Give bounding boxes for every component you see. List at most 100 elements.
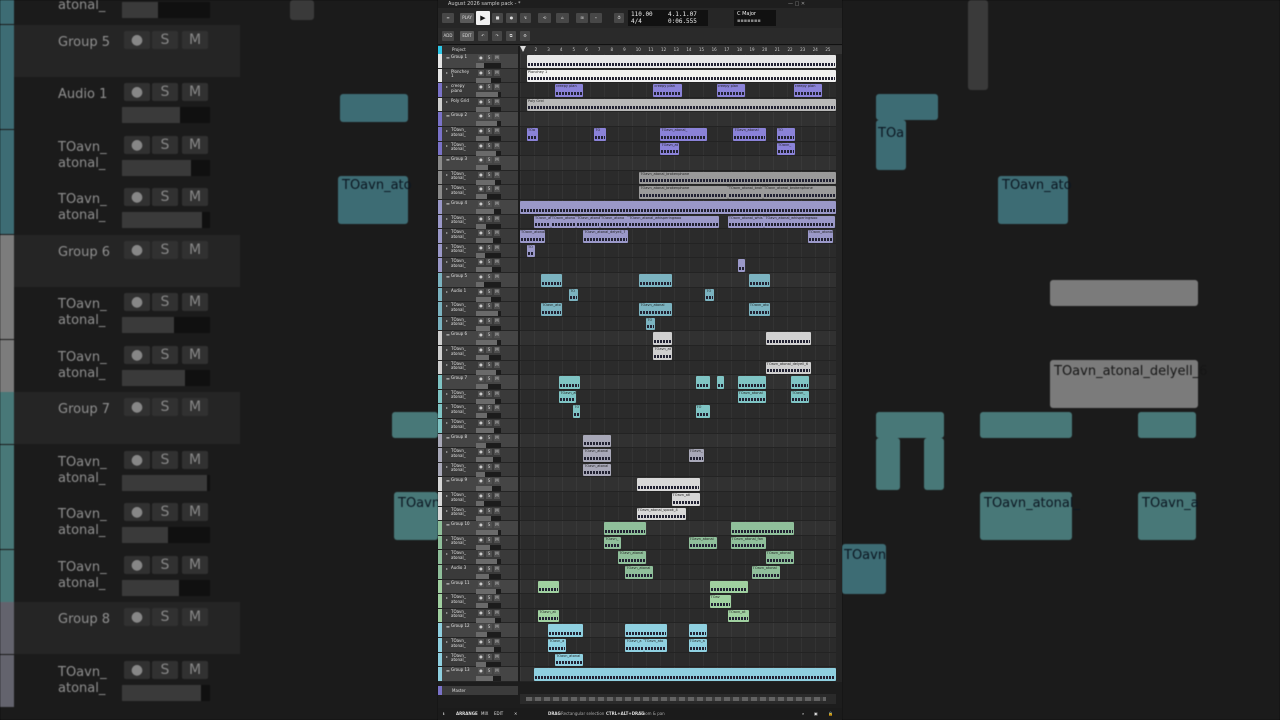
track-header[interactable]: ▸ TOavn_ atonal_ ● S M (438, 492, 518, 507)
audio-clip[interactable] (625, 624, 668, 637)
solo-button[interactable]: S (486, 332, 492, 339)
expand-icon[interactable]: ▸ (446, 405, 448, 410)
position-bars-display[interactable]: 4.1.1.07 (668, 11, 697, 18)
solo-button[interactable]: S (486, 69, 492, 76)
volume-slider[interactable] (476, 325, 501, 331)
volume-slider[interactable] (476, 340, 501, 346)
track-lane[interactable] (520, 638, 836, 653)
track-header[interactable]: ▸ creepy piano ● S M (438, 83, 518, 98)
track-lane[interactable] (520, 112, 836, 127)
folder-icon[interactable]: ▬ (446, 435, 450, 440)
audio-clip[interactable]: TOavn_ato (748, 303, 770, 316)
info-icon[interactable]: ℹ (443, 708, 445, 720)
folder-icon[interactable]: ▬ (446, 201, 450, 206)
track-header[interactable]: ▸ TOavn_ atonal_ ● S M (438, 346, 518, 361)
mute-button[interactable]: M (494, 536, 500, 543)
track-lane[interactable] (520, 258, 836, 273)
audio-clip[interactable] (748, 274, 770, 287)
volume-slider[interactable] (476, 282, 501, 287)
audio-clip[interactable]: TOavn_atonal_whis (727, 215, 765, 229)
group-track-header[interactable]: ▬ Group 12 ● S M (438, 623, 518, 638)
audio-clip[interactable]: TOavn_atonal_ (660, 128, 707, 141)
audio-clip[interactable] (709, 580, 748, 594)
track-lane[interactable] (520, 317, 836, 332)
solo-button[interactable]: S (486, 580, 492, 587)
audio-clip[interactable]: TOavn_atonal_whisperingwoo (764, 215, 835, 229)
solo-button[interactable]: S (486, 303, 492, 310)
record-arm-button[interactable]: ● (478, 244, 484, 251)
record-arm-button[interactable]: ● (478, 434, 484, 441)
audio-clip[interactable] (639, 274, 672, 287)
expand-icon[interactable]: ▸ (446, 493, 448, 498)
track-header[interactable]: ▸ TOavn_ atonal_ ● S M (438, 316, 518, 332)
volume-slider[interactable] (476, 471, 501, 477)
audio-clip[interactable]: TOavn_atonal (583, 449, 612, 462)
track-header[interactable]: ▸ TOavn_ atonal_ ● S M (438, 652, 518, 668)
record-arm-button[interactable]: ● (478, 317, 484, 324)
audio-clip[interactable] (791, 376, 810, 389)
expand-icon[interactable]: ▸ (446, 347, 448, 352)
vertical-scrollbar[interactable] (836, 54, 842, 682)
solo-button[interactable]: S (486, 536, 492, 543)
volume-slider[interactable] (476, 194, 501, 200)
audio-clip[interactable]: TOa (527, 128, 539, 141)
edit-button[interactable]: EDIT (460, 31, 474, 41)
folder-icon[interactable]: ▬ (446, 624, 450, 629)
record-arm-button[interactable]: ● (478, 595, 484, 602)
audio-clip[interactable]: creepy plan (793, 84, 822, 97)
solo-button[interactable]: S (486, 522, 492, 529)
solo-button[interactable]: S (486, 639, 492, 645)
audio-clip[interactable]: TOavn_ (604, 536, 622, 550)
track-header[interactable]: ▸ TOavn_ atonal_ ● S M (438, 506, 518, 522)
record-arm-button[interactable]: ● (478, 507, 484, 514)
tab-arrange[interactable]: ARRANGE (456, 708, 478, 720)
audio-clip[interactable] (688, 624, 707, 637)
record-arm-button[interactable]: ● (478, 55, 484, 61)
track-lane[interactable] (520, 448, 836, 463)
mute-button[interactable]: M (494, 609, 500, 616)
mute-button[interactable]: M (494, 113, 500, 120)
audio-clip[interactable] (695, 376, 710, 389)
track-header[interactable]: ▸ Audio 3 ● S M (438, 565, 518, 580)
mute-button[interactable]: M (494, 142, 500, 149)
mute-button[interactable]: M (494, 171, 500, 178)
record-arm-button[interactable]: ● (478, 522, 484, 529)
audio-clip[interactable]: TOavn_at (660, 142, 679, 156)
audio-clip[interactable] (737, 376, 766, 389)
record-arm-button[interactable]: ● (478, 259, 484, 266)
volume-slider[interactable] (476, 252, 501, 258)
solo-button[interactable]: S (486, 274, 492, 280)
audio-clip[interactable] (520, 201, 836, 214)
record-arm-button[interactable]: ● (478, 230, 484, 237)
mute-button[interactable]: M (494, 186, 500, 193)
mute-button[interactable]: M (494, 478, 500, 485)
mute-button[interactable]: M (494, 128, 500, 134)
folder-icon[interactable]: ▬ (446, 376, 450, 381)
position-time-display[interactable]: 0:06.555 (668, 18, 697, 25)
audio-clip[interactable]: TOavn_a (548, 639, 567, 652)
audio-clip[interactable]: TOavn_atonal_brok (727, 186, 763, 199)
record-icon[interactable]: ● (506, 13, 517, 23)
track-header[interactable]: ▸ Audio 1 ● S M (438, 287, 518, 303)
group-track-header[interactable]: ▬ Group 13 ● S M (438, 667, 518, 682)
track-header[interactable]: ▸ Plonchey 1 ● S M (438, 68, 518, 84)
audio-clip[interactable]: TO (569, 288, 578, 302)
audio-clip[interactable]: TO (573, 405, 581, 418)
solo-button[interactable]: S (486, 624, 492, 631)
redo-icon[interactable]: ↷ (492, 31, 502, 41)
record-arm-button[interactable]: ● (478, 171, 484, 178)
folder-icon[interactable]: ▬ (446, 274, 450, 279)
record-arm-button[interactable]: ● (478, 201, 484, 207)
volume-slider[interactable] (476, 603, 501, 609)
group-track-header[interactable]: ▬ Group 11 ● S M (438, 579, 518, 595)
solo-button[interactable]: S (486, 317, 492, 324)
record-arm-button[interactable]: ● (478, 449, 484, 456)
volume-slider[interactable] (476, 457, 501, 463)
loop-icon[interactable]: ⟲ (538, 13, 551, 23)
solo-button[interactable]: S (486, 55, 492, 61)
volume-slider[interactable] (476, 165, 501, 171)
panel-toggle-icon[interactable]: ▣ (814, 708, 818, 720)
track-header[interactable]: ▸ TOavn_ atonal_ ● S M (438, 419, 518, 434)
track-header[interactable]: ▸ Poly Grid ● S M (438, 97, 518, 113)
master-track[interactable]: Master (438, 686, 518, 695)
